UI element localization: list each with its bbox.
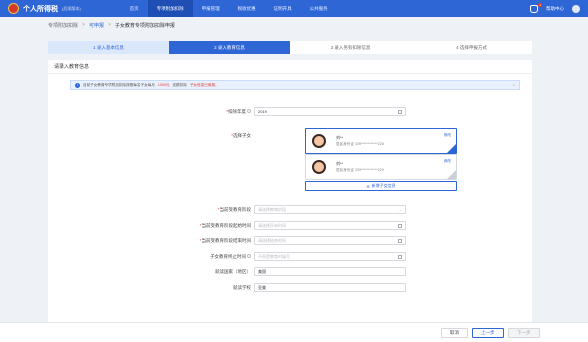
- child-card[interactable]: 刘** 居民身份证 339************229 修改: [305, 154, 457, 180]
- stage-select[interactable]: 请选择教育阶段 ⌄: [254, 205, 406, 214]
- school-input[interactable]: 亚美: [254, 283, 406, 292]
- bell-icon[interactable]: 1: [530, 2, 542, 13]
- year-row: *扣除年度 2019: [48, 107, 532, 116]
- breadcrumb-item[interactable]: 专项附加扣除: [48, 22, 78, 29]
- child-card-selected[interactable]: 刘** 居民身份证 339************228 修改: [305, 128, 457, 154]
- edit-child-link[interactable]: 修改: [444, 133, 451, 138]
- school-row: 就读学校 亚美: [48, 283, 532, 292]
- site-title: 个人所得税: [23, 5, 58, 13]
- calendar-icon: [398, 238, 402, 243]
- year-label: *扣除年度: [48, 109, 254, 115]
- nav-public-service[interactable]: 公共服务: [301, 0, 337, 17]
- nav-declaration[interactable]: 申报管理: [193, 0, 229, 17]
- help-icon[interactable]: [247, 109, 251, 114]
- plus-icon: ⊕: [366, 183, 370, 189]
- stop-label: 子女教育终止时间: [210, 253, 246, 259]
- child-row: *选择子女: [48, 133, 532, 139]
- start-row: *当前受教育阶段起始时间 请选择开始时间: [48, 221, 532, 230]
- add-child-button[interactable]: ⊕ 新增子女信息: [305, 181, 457, 191]
- child-name: 刘**: [336, 135, 344, 140]
- step-other-deduction: 3 录入另有扣除信息: [290, 41, 411, 54]
- help-icon[interactable]: [247, 254, 251, 259]
- nav-home[interactable]: 首页: [121, 0, 148, 17]
- end-date-picker[interactable]: 请选择结束时间: [254, 236, 406, 245]
- country-label: 就读国家（地区）: [215, 268, 251, 274]
- breadcrumb: 专项附加扣除 > 可申报 > 子女教育专项附加扣除申报: [0, 17, 588, 33]
- start-date-picker[interactable]: 请选择开始时间: [254, 221, 406, 230]
- site-subtitle: (后续版本): [62, 5, 81, 11]
- calendar-icon: [398, 254, 402, 259]
- step-declaration-method: 4 选择申报方式: [411, 41, 532, 54]
- nav-certificates[interactable]: 证明开具: [265, 0, 301, 17]
- help-center-link[interactable]: 帮助中心: [546, 6, 564, 12]
- national-emblem-icon: [8, 3, 19, 14]
- info-notice: i 目前子女教育专项附加扣除按照每名子女每月 1000元 定额扣除 子女信息已填…: [70, 80, 520, 90]
- notification-count: 1: [538, 2, 542, 7]
- nav-tax-benefits[interactable]: 税收优惠: [229, 0, 265, 17]
- stage-label: 当前受教育阶段: [219, 206, 252, 212]
- unselected-corner-icon: [447, 170, 456, 179]
- year-select[interactable]: 2019: [254, 107, 406, 116]
- stop-date-picker[interactable]: 不再受教育时填写: [254, 252, 406, 261]
- end-label: 当前受教育阶段结束时间: [201, 237, 252, 243]
- previous-button[interactable]: 上一步: [472, 328, 504, 338]
- section-title: 请录入教育信息: [48, 60, 532, 74]
- cancel-button[interactable]: 取消: [441, 328, 468, 338]
- progress-steps: 1 录入基本信息 2 录入教育信息 3 录入另有扣除信息 4 选择申报方式: [48, 41, 532, 54]
- country-input[interactable]: 美国: [254, 267, 406, 276]
- top-navigation-bar: 个人所得税 (后续版本) 首页 专项附加扣除 申报管理 税收优惠 证明开具 公共…: [0, 0, 588, 17]
- info-icon: i: [75, 82, 80, 88]
- child-avatar: [312, 134, 326, 148]
- notice-text: 目前子女教育专项附加扣除按照每名子女每月: [83, 82, 155, 87]
- country-row: 就读国家（地区） 美国: [48, 267, 532, 276]
- avatar[interactable]: [572, 4, 580, 13]
- end-row: *当前受教育阶段结束时间 请选择结束时间: [48, 236, 532, 245]
- notice-highlight-2: 子女信息已填报。: [189, 82, 219, 87]
- stage-row: *当前受教育阶段 请选择教育阶段 ⌄: [48, 205, 532, 214]
- main-nav: 首页 专项附加扣除 申报管理 税收优惠 证明开具 公共服务: [121, 0, 337, 17]
- close-icon[interactable]: ×: [513, 83, 515, 87]
- next-button[interactable]: 下一步: [508, 328, 540, 338]
- child-id: 居民身份证 339************228: [336, 142, 384, 146]
- calendar-icon: [398, 223, 402, 228]
- child-name: 刘**: [336, 161, 344, 166]
- child-id: 居民身份证 339************229: [336, 168, 384, 172]
- child-label: *选择子女: [231, 133, 251, 138]
- child-avatar: [312, 160, 326, 174]
- breadcrumb-current: 子女教育专项附加扣除申报: [114, 22, 175, 29]
- form-card: 请录入教育信息 i 目前子女教育专项附加扣除按照每名子女每月 1000元 定额扣…: [48, 60, 532, 322]
- site-logo[interactable]: 个人所得税 (后续版本): [8, 3, 81, 14]
- step-basic-info[interactable]: 1 录入基本信息: [48, 41, 169, 54]
- school-label: 就读学校: [233, 284, 251, 290]
- calendar-icon: [398, 109, 402, 114]
- selected-check-icon: [447, 144, 456, 153]
- notice-text-2: 定额扣除: [172, 82, 187, 87]
- step-education-info: 2 录入教育信息: [169, 41, 290, 54]
- nav-special-deduction[interactable]: 专项附加扣除: [147, 0, 193, 17]
- breadcrumb-separator: >: [82, 22, 85, 28]
- notice-highlight: 1000元: [157, 82, 170, 87]
- start-label: 当前受教育阶段起始时间: [201, 222, 252, 228]
- chevron-down-icon: ⌄: [398, 207, 402, 212]
- footer-action-bar: 取消 上一步 下一步: [0, 322, 588, 342]
- breadcrumb-separator: >: [107, 22, 111, 28]
- edit-child-link[interactable]: 修改: [444, 159, 451, 164]
- breadcrumb-item[interactable]: 可申报: [89, 22, 104, 29]
- stop-row: 子女教育终止时间 不再受教育时填写: [48, 252, 532, 261]
